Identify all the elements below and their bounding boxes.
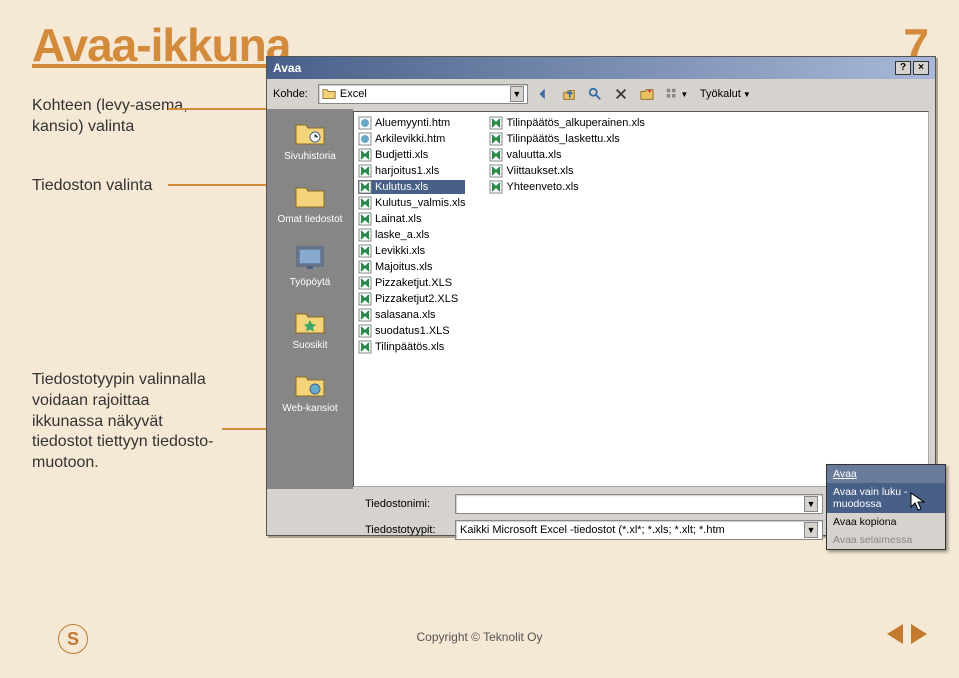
filetype-dropdown[interactable]: Kaikki Microsoft Excel -tiedostot (*.xl*… [455,520,823,540]
chevron-down-icon[interactable]: ▼ [804,522,818,538]
page-nav [887,624,927,644]
favorites-icon [293,306,327,336]
file-item[interactable]: suodatus1.XLS [358,324,465,338]
copyright: Copyright © Teknolit Oy [0,630,959,644]
menu-open-copy[interactable]: Avaa kopiona [827,513,945,531]
up-button[interactable] [558,84,580,104]
place-label: Suosikit [292,340,327,351]
history-icon [293,117,327,147]
file-item[interactable]: Budjetti.xls [358,148,465,162]
chevron-down-icon[interactable]: ▼ [804,496,818,512]
folder-icon [322,87,336,101]
file-item[interactable]: Lainat.xls [358,212,465,226]
place-label: Omat tiedostot [277,214,342,225]
chevron-down-icon[interactable]: ▼ [510,86,524,102]
web-folder-icon [293,369,327,399]
place-mydocs[interactable]: Omat tiedostot [277,180,342,225]
file-item[interactable]: Majoitus.xls [358,260,465,274]
callout-kohde: Kohteen (levy-asema, kansio) valinta [32,96,202,138]
help-button[interactable]: ? [895,61,911,75]
file-item[interactable]: valuutta.xls [489,148,644,162]
filetype-label: Tiedostotyypit: [365,524,449,536]
desktop-icon [293,243,327,273]
file-item[interactable]: salasana.xls [358,308,465,322]
place-label: Web-kansiot [282,403,337,414]
filename-label: Tiedostonimi: [365,498,449,510]
file-item[interactable]: Pizzaketjut.XLS [358,276,465,290]
folder-icon [293,180,327,210]
menu-open-browser: Avaa selaimessa [827,531,945,549]
places-bar: Sivuhistoria Omat tiedostot Työpöytä Suo… [267,109,353,489]
kohde-label: Kohde: [273,88,308,100]
place-history[interactable]: Sivuhistoria [284,117,336,162]
views-button[interactable]: ▼ [662,84,692,104]
back-button[interactable] [532,84,554,104]
tools-button[interactable]: Työkalut▼ [696,88,755,100]
file-item[interactable]: Pizzaketjut2.XLS [358,292,465,306]
prev-page-button[interactable] [887,624,903,644]
place-desktop[interactable]: Työpöytä [290,243,331,288]
file-item[interactable]: Kulutus_valmis.xls [358,196,465,210]
open-dropdown-menu: Avaa Avaa vain luku -muodossa Avaa kopio… [826,464,946,550]
dialog-title: Avaa [273,61,301,75]
menu-head[interactable]: Avaa [827,465,945,483]
page-title: Avaa-ikkuna [32,18,290,72]
place-web[interactable]: Web-kansiot [282,369,337,414]
callout-tyyppi: Tiedostotyypin valinnalla voidaan rajoit… [32,370,222,474]
place-label: Sivuhistoria [284,151,336,162]
filename-input[interactable]: ▼ [455,494,823,514]
file-item[interactable]: Kulutus.xls [358,180,465,194]
file-item[interactable]: harjoitus1.xls [358,164,465,178]
file-item[interactable]: Arkilevikki.htm [358,132,465,146]
file-item[interactable]: Aluemyynti.htm [358,116,465,130]
file-item[interactable]: Tilinpäätös_laskettu.xls [489,132,644,146]
file-item[interactable]: laske_a.xls [358,228,465,242]
callout-tiedosto: Tiedoston valinta [32,176,202,197]
file-item[interactable]: Yhteenveto.xls [489,180,644,194]
next-page-button[interactable] [911,624,927,644]
toolbar: Kohde: Excel ▼ ▼ Työkalut▼ [267,79,935,109]
new-folder-icon[interactable] [636,84,658,104]
file-item[interactable]: Tilinpäätös_alkuperainen.xls [489,116,644,130]
file-item[interactable]: Levikki.xls [358,244,465,258]
file-item[interactable]: Viittaukset.xls [489,164,644,178]
titlebar: Avaa ? × [267,57,935,79]
delete-icon[interactable] [610,84,632,104]
close-button[interactable]: × [913,61,929,75]
cursor-icon [910,492,926,512]
place-label: Työpöytä [290,277,331,288]
folder-dropdown[interactable]: Excel ▼ [318,84,528,104]
folder-name: Excel [340,88,367,100]
search-icon[interactable] [584,84,606,104]
place-favorites[interactable]: Suosikit [292,306,327,351]
file-item[interactable]: Tilinpäätös.xls [358,340,465,354]
menu-open-readonly[interactable]: Avaa vain luku -muodossa [827,483,945,513]
file-list[interactable]: Aluemyynti.htm Arkilevikki.htm Budjetti.xl… [353,111,929,487]
